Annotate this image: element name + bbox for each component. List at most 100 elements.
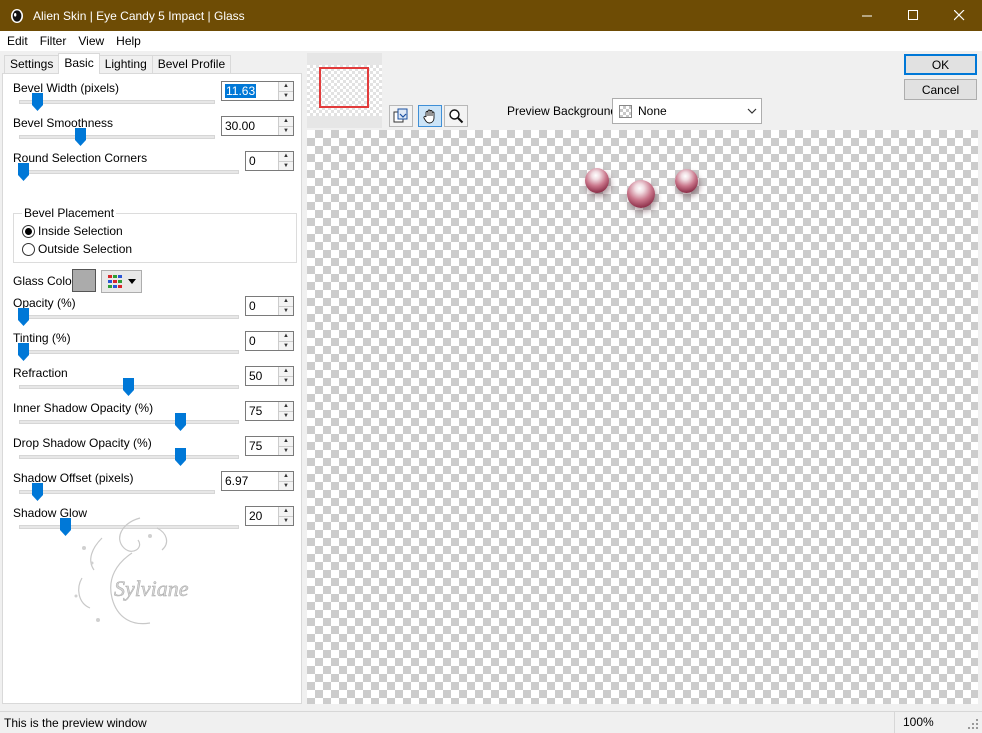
spin-up-icon[interactable]: ▲ xyxy=(279,297,293,306)
shadow-offset-spinner[interactable]: 6.97 ▲ ▼ xyxy=(221,471,294,491)
maximize-button[interactable] xyxy=(890,0,936,31)
inner-shadow-slider-thumb[interactable] xyxy=(175,413,186,431)
radio-unselected-icon[interactable] xyxy=(22,242,35,256)
preview-canvas[interactable] xyxy=(307,130,978,704)
settings-panel: Settings Basic Lighting Bevel Profile Be… xyxy=(0,53,304,705)
spin-up-icon[interactable]: ▲ xyxy=(279,332,293,341)
dropdown-arrow-icon xyxy=(127,279,136,284)
bevel-smoothness-track[interactable] xyxy=(19,135,215,139)
bevel-width-slider-thumb[interactable] xyxy=(32,93,43,111)
spin-up-icon[interactable]: ▲ xyxy=(279,472,293,481)
opacity-track[interactable] xyxy=(19,315,239,319)
bevel-width-track[interactable] xyxy=(19,100,215,104)
spin-up-icon[interactable]: ▲ xyxy=(279,402,293,411)
radio-selected-icon[interactable] xyxy=(22,224,35,238)
inner-shadow-track[interactable] xyxy=(19,420,239,424)
color-palette-button[interactable] xyxy=(101,270,142,293)
shadow-offset-value[interactable]: 6.97 xyxy=(222,472,278,490)
shadow-offset-track[interactable] xyxy=(19,490,215,494)
tinting-value[interactable]: 0 xyxy=(246,332,278,350)
outside-selection-label[interactable]: Outside Selection xyxy=(38,242,132,256)
menu-filter[interactable]: Filter xyxy=(33,34,72,48)
close-button[interactable] xyxy=(936,0,982,31)
menu-help[interactable]: Help xyxy=(109,34,146,48)
spin-down-icon[interactable]: ▼ xyxy=(279,410,293,420)
hand-tool-button[interactable] xyxy=(418,105,442,127)
inner-shadow-spinner[interactable]: 75 ▲ ▼ xyxy=(245,401,294,421)
spin-down-icon[interactable]: ▼ xyxy=(279,340,293,350)
tab-bevel-profile[interactable]: Bevel Profile xyxy=(151,55,232,74)
spin-up-icon[interactable]: ▲ xyxy=(279,152,293,161)
opacity-slider-thumb[interactable] xyxy=(18,308,29,326)
shadow-offset-slider-thumb[interactable] xyxy=(32,483,43,501)
minimize-button[interactable] xyxy=(844,0,890,31)
spin-down-icon[interactable]: ▼ xyxy=(279,90,293,100)
bevel-smoothness-spinner[interactable]: 30.00 ▲ ▼ xyxy=(221,116,294,136)
round-corners-spinner[interactable]: 0 ▲ ▼ xyxy=(245,151,294,171)
tinting-spinner[interactable]: 0 ▲ ▼ xyxy=(245,331,294,351)
menu-bar: Edit Filter View Help xyxy=(0,31,982,51)
menu-view[interactable]: View xyxy=(71,34,109,48)
ok-button[interactable]: OK xyxy=(904,54,977,75)
spin-down-icon[interactable]: ▼ xyxy=(279,125,293,135)
spin-down-icon[interactable]: ▼ xyxy=(279,480,293,490)
inner-shadow-value[interactable]: 75 xyxy=(246,402,278,420)
zoom-level: 100% xyxy=(894,712,964,733)
spin-down-icon[interactable]: ▼ xyxy=(279,515,293,525)
navigator-view-rect[interactable] xyxy=(319,67,369,108)
glass-color-swatch[interactable] xyxy=(72,269,96,292)
round-corners-value[interactable]: 0 xyxy=(246,152,278,170)
shadow-glow-spinner[interactable]: 20 ▲ ▼ xyxy=(245,506,294,526)
bevel-width-value[interactable]: 11.63 xyxy=(225,84,257,98)
preview-toggle-button[interactable] xyxy=(389,105,413,127)
tab-lighting[interactable]: Lighting xyxy=(98,55,153,74)
tinting-track[interactable] xyxy=(19,350,239,354)
spin-up-icon[interactable]: ▲ xyxy=(279,82,293,91)
drop-shadow-track[interactable] xyxy=(19,455,239,459)
spin-down-icon[interactable]: ▼ xyxy=(279,445,293,455)
preview-background-dropdown[interactable]: None xyxy=(612,98,762,124)
drop-shadow-slider-thumb[interactable] xyxy=(175,448,186,466)
round-corners-slider-thumb[interactable] xyxy=(18,163,29,181)
round-corners-label: Round Selection Corners xyxy=(13,151,148,165)
navigator-thumbnail[interactable] xyxy=(307,53,382,128)
round-corners-track[interactable] xyxy=(19,170,239,174)
drop-shadow-value[interactable]: 75 xyxy=(246,437,278,455)
spin-up-icon[interactable]: ▲ xyxy=(279,437,293,446)
spin-down-icon[interactable]: ▼ xyxy=(279,305,293,315)
bevel-smoothness-slider-thumb[interactable] xyxy=(75,128,86,146)
spin-down-icon[interactable]: ▼ xyxy=(279,160,293,170)
chevron-down-icon[interactable] xyxy=(743,108,761,114)
spin-down-icon[interactable]: ▼ xyxy=(279,375,293,385)
refraction-spinner[interactable]: 50 ▲ ▼ xyxy=(245,366,294,386)
spin-up-icon[interactable]: ▲ xyxy=(279,507,293,516)
tinting-slider-thumb[interactable] xyxy=(18,343,29,361)
bevel-width-spinner[interactable]: 11.63 ▲ ▼ xyxy=(221,81,294,101)
inside-selection-label[interactable]: Inside Selection xyxy=(38,224,123,238)
menu-edit[interactable]: Edit xyxy=(0,34,33,48)
maximize-icon xyxy=(907,10,918,20)
tab-settings[interactable]: Settings xyxy=(4,55,60,74)
resize-grip-icon[interactable] xyxy=(964,715,980,731)
inside-selection-option[interactable]: Inside Selection xyxy=(22,224,123,238)
magnifier-icon xyxy=(449,109,464,124)
refraction-slider-thumb[interactable] xyxy=(123,378,134,396)
spin-up-icon[interactable]: ▲ xyxy=(279,367,293,376)
shadow-glow-value[interactable]: 20 xyxy=(246,507,278,525)
bevel-placement-legend: Bevel Placement xyxy=(22,206,117,220)
tab-basic[interactable]: Basic xyxy=(58,53,100,74)
outside-selection-option[interactable]: Outside Selection xyxy=(22,242,132,256)
window-title: Alien Skin | Eye Candy 5 Impact | Glass xyxy=(33,8,245,23)
bevel-smoothness-value[interactable]: 30.00 xyxy=(222,117,278,135)
bevel-placement-group: Bevel Placement Inside Selection Outside… xyxy=(13,206,297,263)
opacity-value[interactable]: 0 xyxy=(246,297,278,315)
opacity-spinner[interactable]: 0 ▲ ▼ xyxy=(245,296,294,316)
zoom-tool-button[interactable] xyxy=(444,105,468,127)
watermark-text: Sylviane xyxy=(114,576,189,601)
spin-up-icon[interactable]: ▲ xyxy=(279,117,293,126)
preview-background-value[interactable]: None xyxy=(638,104,743,118)
refraction-value[interactable]: 50 xyxy=(246,367,278,385)
drop-shadow-spinner[interactable]: 75 ▲ ▼ xyxy=(245,436,294,456)
title-bar: Alien Skin | Eye Candy 5 Impact | Glass xyxy=(0,0,982,31)
cancel-button[interactable]: Cancel xyxy=(904,79,977,100)
